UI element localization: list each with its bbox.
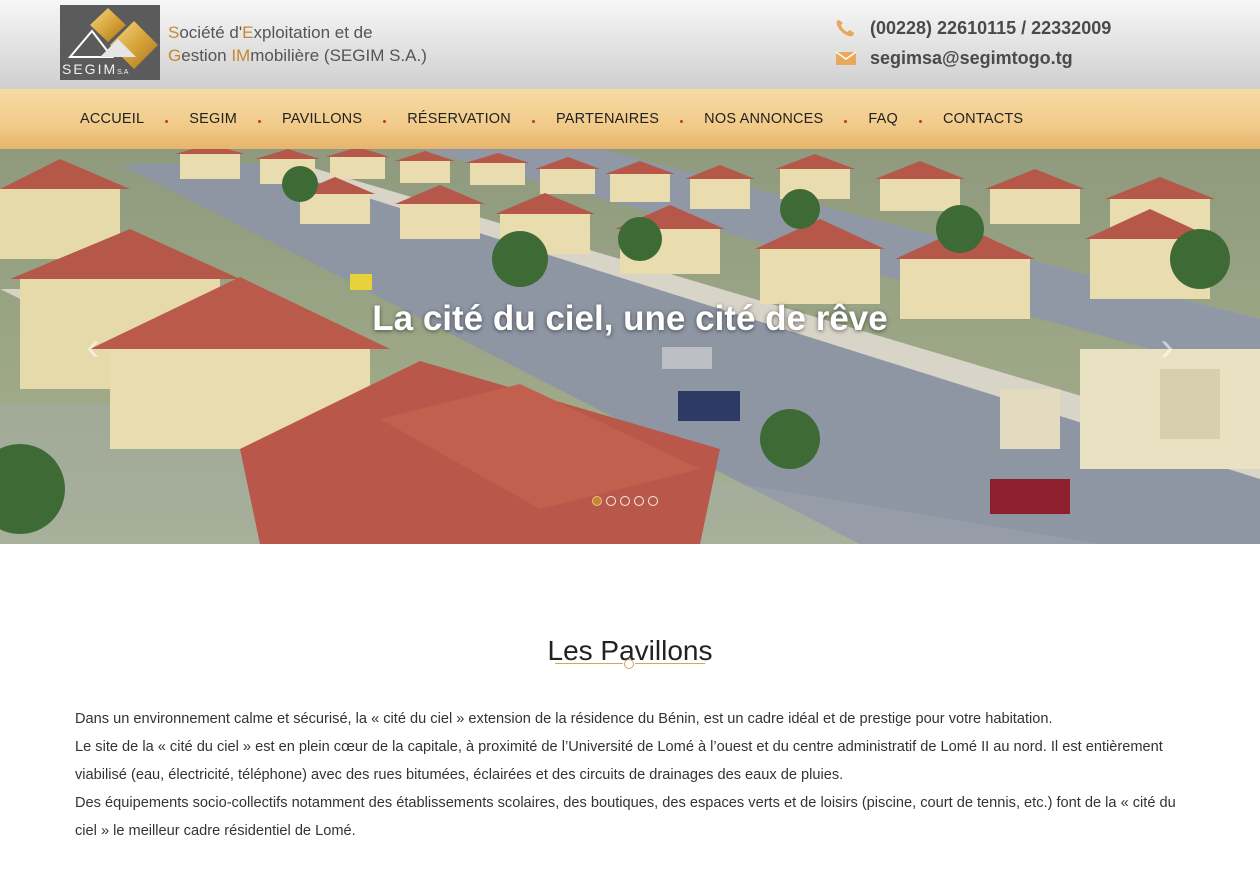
nav-link-pavillons[interactable]: PAVILLONS — [282, 111, 362, 127]
nav-separator-dot — [531, 119, 535, 123]
nav-separator-dot — [919, 119, 923, 123]
hero-slider[interactable]: La cité du ciel, une cité de rêve ‹ › — [0, 149, 1260, 544]
email-address[interactable]: segimsa@segimtogo.tg — [870, 48, 1073, 69]
nav-separator-dot — [844, 119, 848, 123]
nav-link-accueil[interactable]: ACCUEIL — [80, 111, 144, 127]
nav-separator-dot — [257, 119, 261, 123]
nav-link-faq[interactable]: FAQ — [868, 111, 898, 127]
nav-item-segim: SEGIM — [189, 111, 282, 127]
section-body: Dans un environnement calme et sécurisé,… — [75, 705, 1187, 845]
logo-suffix: S.A — [117, 69, 129, 76]
section-paragraph-3: Des équipements socio-collectifs notamme… — [75, 795, 1176, 839]
nav-separator-dot — [680, 119, 684, 123]
slider-dot-1[interactable] — [592, 496, 602, 506]
section-divider — [555, 659, 705, 669]
nav-item-nos-annonces: NOS ANNONCES — [704, 111, 868, 127]
company-name-line1: Société d'Exploitation et de — [168, 23, 373, 42]
nav-link-contacts[interactable]: CONTACTS — [943, 111, 1023, 127]
company-name: Société d'Exploitation et de Gestion IMm… — [168, 21, 448, 67]
slider-dot-4[interactable] — [634, 496, 644, 506]
nav-link-segim[interactable]: SEGIM — [189, 111, 237, 127]
phone-icon — [836, 20, 854, 37]
nav-separator-dot — [165, 119, 169, 123]
company-name-line2: Gestion IMmobilière (SEGIM S.A.) — [168, 46, 427, 65]
nav-item-pavillons: PAVILLONS — [282, 111, 407, 127]
logo-text: SEGIM — [62, 61, 118, 77]
main-navigation: ACCUEIL SEGIM PAVILLONS RÉSERVATION PARTENAI… — [0, 89, 1260, 149]
slider-next-arrow[interactable]: › — [1152, 327, 1182, 367]
nav-separator-dot — [383, 119, 387, 123]
slider-prev-arrow[interactable]: ‹ — [78, 327, 108, 367]
nav-link-partenaires[interactable]: PARTENAIRES — [556, 111, 659, 127]
hero-slide-image — [0, 149, 1260, 544]
slider-dot-2[interactable] — [606, 496, 616, 506]
nav-list: ACCUEIL SEGIM PAVILLONS RÉSERVATION PARTENAI… — [80, 89, 1023, 149]
hero-caption: La cité du ciel, une cité de rêve — [372, 299, 888, 338]
nav-item-accueil: ACCUEIL — [80, 111, 189, 127]
phone-contact[interactable]: (00228) 22610115 / 22332009 — [834, 15, 1111, 41]
slider-dot-5[interactable] — [648, 496, 658, 506]
section-paragraph-2: Le site de la « cité du ciel » est en pl… — [75, 739, 1163, 783]
slider-pagination — [592, 496, 658, 506]
nav-item-faq: FAQ — [868, 111, 943, 127]
nav-link-nos-annonces[interactable]: NOS ANNONCES — [704, 111, 823, 127]
nav-item-partenaires: PARTENAIRES — [556, 111, 704, 127]
email-contact[interactable]: segimsa@segimtogo.tg — [834, 45, 1073, 71]
slider-dot-3[interactable] — [620, 496, 630, 506]
phone-number[interactable]: (00228) 22610115 / 22332009 — [870, 18, 1111, 39]
nav-link-r-servation[interactable]: RÉSERVATION — [407, 111, 511, 127]
envelope-icon — [835, 51, 857, 65]
segim-logo[interactable]: SEGIMS.A — [60, 5, 160, 80]
nav-item-contacts: CONTACTS — [943, 111, 1023, 127]
nav-item-r-servation: RÉSERVATION — [407, 111, 556, 127]
site-header: SEGIMS.A Société d'Exploitation et de Ge… — [0, 0, 1260, 89]
section-paragraph-1: Dans un environnement calme et sécurisé,… — [75, 711, 1053, 727]
